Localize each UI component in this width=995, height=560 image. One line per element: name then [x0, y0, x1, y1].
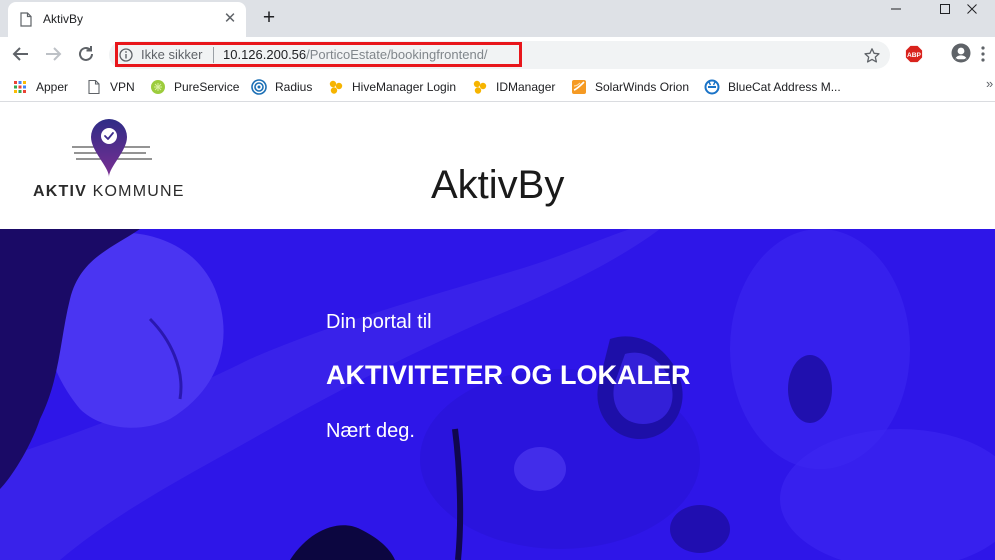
bookmark-hivemanager[interactable]: HiveManager Login	[328, 78, 456, 96]
bookmark-label: Radius	[275, 80, 313, 94]
back-arrow-icon[interactable]	[9, 42, 33, 66]
bookmark-pureservice[interactable]: PureService	[150, 78, 239, 96]
bookmark-label: BlueCat Address M...	[728, 80, 841, 94]
bookmark-label: Apper	[36, 80, 69, 94]
tab-title: AktivBy	[43, 12, 84, 26]
page-icon	[88, 79, 100, 95]
bookmark-label: VPN	[110, 80, 135, 94]
minimize-icon[interactable]	[873, 0, 919, 20]
bluecat-icon	[704, 79, 720, 95]
site-header: AKTIV KOMMUNE AktivBy	[0, 103, 995, 229]
pureservice-icon	[151, 80, 165, 94]
abp-label: ABP	[907, 52, 922, 59]
hero-tagline: Nært deg.	[326, 420, 415, 442]
close-tab-icon[interactable]: ✕	[221, 10, 239, 28]
bookmark-idmanager[interactable]: IDManager	[472, 78, 555, 96]
reload-icon[interactable]	[74, 42, 98, 66]
forward-arrow-icon[interactable]	[41, 42, 65, 66]
tab-strip: AktivBy ✕ +	[0, 0, 995, 37]
hivemanager-icon	[329, 80, 343, 94]
bookmark-star-icon[interactable]	[863, 47, 881, 65]
window-close-icon[interactable]	[949, 0, 995, 20]
browser-tab-aktivby[interactable]: AktivBy ✕	[8, 2, 246, 37]
bookmark-label: PureService	[174, 80, 240, 94]
url-highlight-box	[115, 42, 522, 67]
new-tab-button[interactable]: +	[258, 7, 280, 29]
adblock-plus-icon[interactable]: ABP	[905, 45, 923, 63]
bookmark-radius[interactable]: Radius	[251, 78, 312, 96]
logo-word-kommune: KOMMUNE	[92, 183, 185, 200]
bookmark-apps[interactable]: Apper	[12, 78, 68, 96]
bookmarks-overflow-chevron[interactable]: »	[986, 76, 993, 91]
bookmark-label: HiveManager Login	[352, 80, 457, 94]
bookmark-label: IDManager	[496, 80, 556, 94]
more-menu-icon[interactable]	[980, 45, 986, 63]
page-title-text: AktivBy	[431, 163, 565, 207]
profile-avatar-icon[interactable]	[951, 43, 971, 63]
solarwinds-icon	[572, 80, 586, 94]
bookmark-bluecat[interactable]: BlueCat Address M...	[704, 78, 841, 96]
logo-word-aktiv: AKTIV	[33, 183, 87, 200]
bookmark-vpn[interactable]: VPN	[86, 78, 135, 96]
climber-background-image	[0, 229, 995, 560]
hero-banner: Din portal til AKTIVITETER OG LOKALER Næ…	[0, 229, 995, 560]
logo-wordmark[interactable]: AKTIV KOMMUNE	[33, 183, 185, 201]
apps-grid-icon	[14, 81, 26, 93]
hero-headline: AKTIVITETER OG LOKALER	[326, 360, 691, 390]
idmanager-icon	[473, 80, 487, 94]
bookmark-label: SolarWinds Orion	[595, 80, 690, 94]
bookmarks-bar: Apper VPN PureService Radius HiveManager…	[0, 72, 995, 102]
page-icon	[20, 12, 32, 27]
hero-subtitle: Din portal til	[326, 311, 432, 333]
aktiv-kommune-logo[interactable]	[66, 115, 156, 185]
bookmark-solarwinds[interactable]: SolarWinds Orion	[571, 78, 689, 96]
radius-icon	[251, 79, 267, 95]
